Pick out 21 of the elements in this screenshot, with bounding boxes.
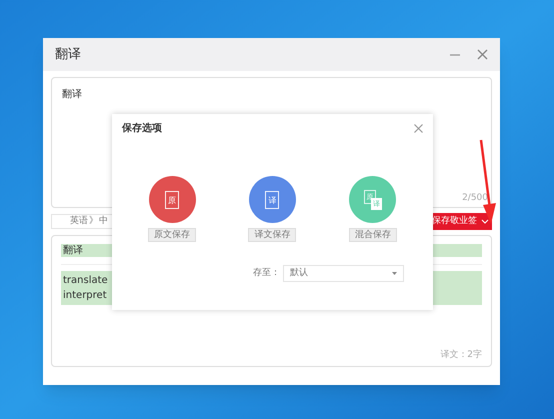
save-option-button[interactable]: 混合保存 <box>348 228 397 242</box>
source-text: 翻译 <box>62 88 82 102</box>
document-icon: 原 <box>165 190 180 208</box>
close-icon[interactable] <box>477 49 488 60</box>
document-icon: 译 <box>265 190 280 208</box>
save-option-button[interactable]: 原文保存 <box>148 228 196 242</box>
char-counter: 2/500 <box>462 192 488 204</box>
chevron-down-icon <box>481 219 489 224</box>
target-language[interactable]: 中 <box>99 214 108 228</box>
save-to-dropdown[interactable]: 默认 <box>283 265 404 282</box>
source-language[interactable]: 英语 <box>70 214 88 228</box>
meaning-text: interpret <box>63 289 107 303</box>
window-title: 翻译 <box>55 46 82 64</box>
close-icon[interactable] <box>414 124 423 133</box>
dialog-title: 保存选项 <box>122 122 163 136</box>
save-option-button[interactable]: 译文保存 <box>248 228 296 242</box>
meaning-text: translate <box>63 274 108 288</box>
result-count: 译文：2字 <box>440 348 482 362</box>
save-to-label: 存至： <box>253 266 280 280</box>
language-separator: 》 <box>89 214 98 228</box>
caret-icon <box>392 272 397 275</box>
